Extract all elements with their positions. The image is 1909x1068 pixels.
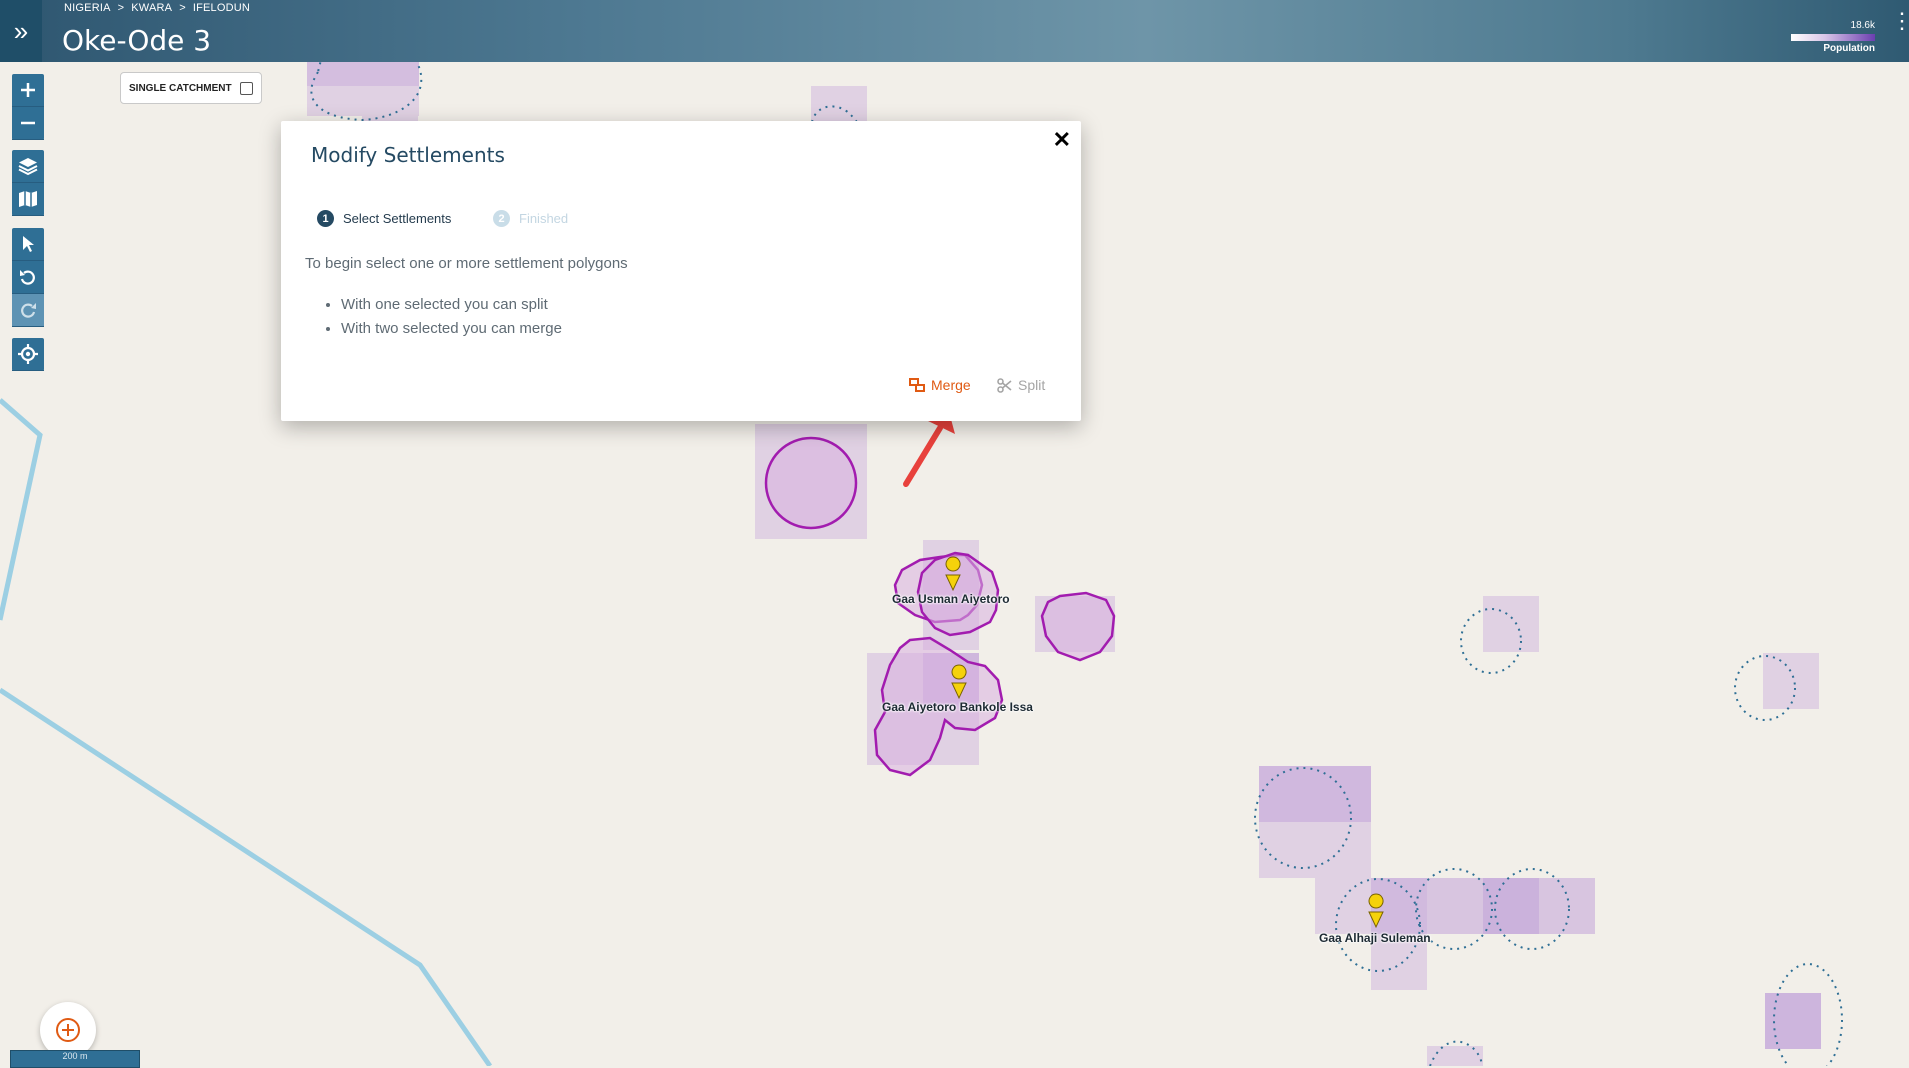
settlement-label: Gaa Aiyetoro Bankole Issa [882,700,1033,714]
merge-label: Merge [931,377,971,393]
breadcrumb-item-lga[interactable]: IFELODUN [193,2,250,14]
legend-gradient-bar [1791,34,1875,41]
river-line [0,398,43,621]
locate-button[interactable] [12,338,44,371]
step-finished: 2 Finished [493,210,568,227]
plus-circle-icon [56,1018,80,1042]
breadcrumb-item-country[interactable]: NIGERIA [64,2,111,14]
close-icon: ✕ [1052,127,1071,152]
split-label: Split [1018,377,1046,393]
scissors-icon [997,377,1012,393]
step-label: Select Settlements [343,211,452,226]
breadcrumb-item-state[interactable]: KWARA [131,2,172,14]
layers-button[interactable] [12,150,44,183]
undo-icon [20,270,35,285]
zoom-out-button[interactable] [12,107,44,140]
settlement-polygons [764,436,1116,777]
zoom-controls [12,74,44,140]
instruction-item: With two selected you can merge [341,317,562,341]
cursor-icon [23,236,34,252]
vertical-dots-icon: ⋮ [1891,8,1909,33]
select-tool-button[interactable] [12,228,44,261]
scale-bar: 200 m [10,1050,140,1068]
split-button[interactable]: Split [997,377,1045,393]
population-legend: 18.6k Population [1791,20,1875,54]
app-header: » NIGERIA > KWARA > IFELODUN Oke-Ode 3 18.6k… [0,0,1909,62]
plus-icon [21,83,35,97]
single-catchment-toggle[interactable]: SINGLE CATCHMENT [120,72,262,104]
breadcrumb-separator: > [179,2,186,14]
redo-icon [21,303,36,318]
legend-label: Population [1823,43,1875,54]
undo-button[interactable] [12,261,44,294]
expand-sidebar-button[interactable]: » [0,0,42,62]
edit-controls [12,228,44,327]
merge-button[interactable]: Merge [909,377,971,393]
more-menu-button[interactable]: ⋮ [1891,10,1909,32]
legend-max-value: 18.6k [1850,20,1875,31]
modify-settlements-dialog: ✕ Modify Settlements 1 Select Settlement… [281,121,1081,421]
basemap-button[interactable] [12,183,44,216]
layer-controls [12,150,44,216]
redo-button[interactable] [12,294,44,327]
instruction-item: With one selected you can split [341,293,562,317]
breadcrumb: NIGERIA > KWARA > IFELODUN [64,2,250,14]
step-select-settlements: 1 Select Settlements [317,210,451,227]
settlement-label: Gaa Alhaji Suleman [1319,931,1431,945]
crosshair-icon [18,344,38,364]
layers-icon [18,158,38,176]
breadcrumb-separator: > [117,2,125,14]
merge-icon [909,378,925,392]
zoom-in-button[interactable] [12,74,44,107]
settlement-polygon [764,436,858,530]
instructions-text: To begin select one or more settlement p… [305,255,628,272]
scale-label: 200 m [62,1051,88,1061]
settlement-label: Gaa Usman Aiyetoro [892,592,1010,606]
single-catchment-label: SINGLE CATCHMENT [129,82,232,94]
dialog-title: Modify Settlements [311,143,505,167]
map-icon [19,191,37,207]
single-catchment-checkbox[interactable] [239,81,253,95]
locate-control [12,338,44,371]
double-chevron-right-icon: » [13,15,29,46]
page-title: Oke-Ode 3 [62,24,212,57]
step-number: 2 [493,210,510,227]
close-button[interactable]: ✕ [1053,127,1071,153]
step-label: Finished [519,211,569,226]
step-number: 1 [317,210,334,227]
instructions-list: With one selected you can split With two… [321,293,562,341]
minus-icon [21,121,35,125]
